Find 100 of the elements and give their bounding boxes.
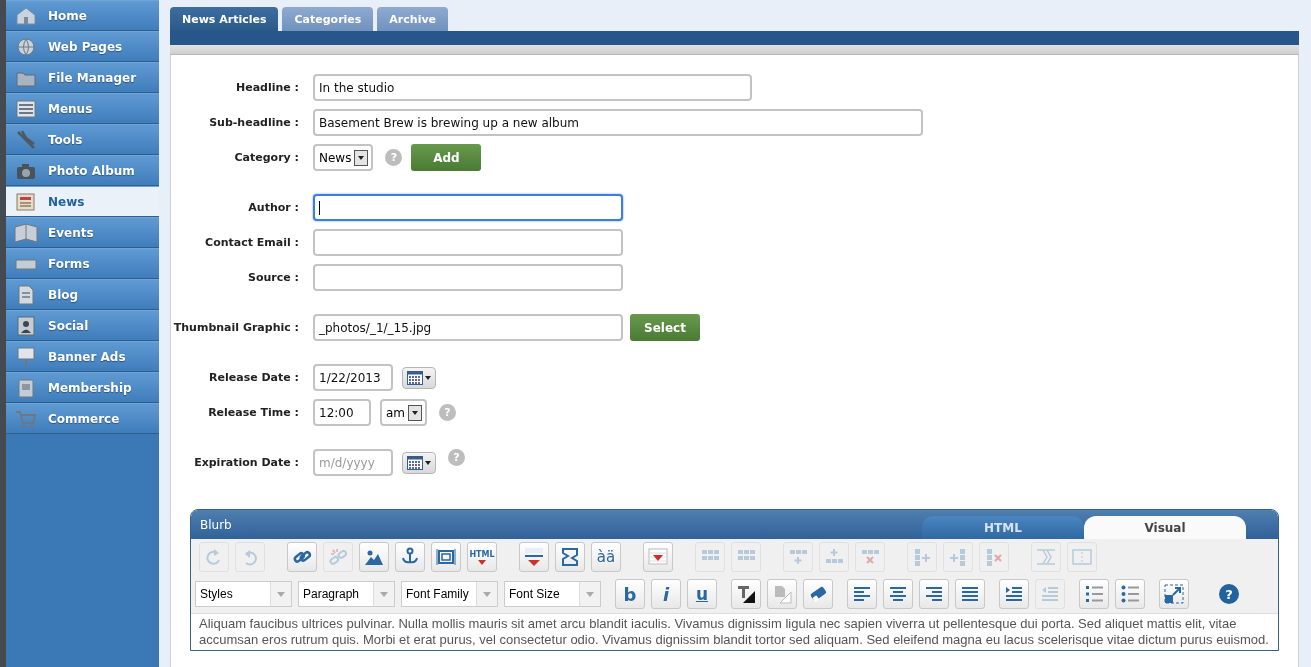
- email-field[interactable]: [313, 229, 623, 256]
- characters-button[interactable]: àä: [591, 542, 621, 572]
- caret-icon: [412, 410, 419, 415]
- editor-tab[interactable]: Visual: [1084, 516, 1246, 539]
- align-center-icon: [888, 584, 908, 604]
- column-after-icon: [948, 547, 968, 567]
- tab[interactable]: Archive: [377, 7, 449, 31]
- select-button[interactable]: Select: [630, 314, 700, 341]
- eraser-button[interactable]: [803, 579, 833, 609]
- calendar-button[interactable]: [402, 366, 436, 389]
- calendar-icon: [407, 455, 423, 470]
- background-color-icon: [772, 584, 792, 604]
- field-label: Expiration Date :: [193, 456, 299, 469]
- sidebar-item[interactable]: File Manager: [6, 62, 159, 93]
- caret-icon: [380, 591, 388, 597]
- numbered-list-button[interactable]: [1079, 579, 1109, 609]
- italic-button[interactable]: i: [651, 579, 681, 609]
- headline-field[interactable]: In the studio: [313, 74, 752, 101]
- field-label: Headline :: [234, 81, 299, 94]
- html-button[interactable]: HTML: [467, 542, 497, 572]
- horizontal-rule-icon: [524, 547, 544, 567]
- signboard-icon: [14, 344, 38, 369]
- format-dropdown[interactable]: Paragraph: [298, 581, 395, 607]
- indent-icon: [1004, 584, 1024, 604]
- align-justify-button[interactable]: [955, 579, 985, 609]
- date-field[interactable]: 1/22/2013: [313, 364, 393, 391]
- align-right-icon: [924, 584, 944, 604]
- underline-button[interactable]: u: [687, 579, 717, 609]
- author-field[interactable]: [313, 194, 623, 221]
- text-color-button[interactable]: [731, 579, 761, 609]
- anchor-button[interactable]: [395, 542, 425, 572]
- page-break-button[interactable]: [555, 542, 585, 572]
- format-dropdown[interactable]: Styles: [195, 581, 292, 607]
- sidebar-item[interactable]: Tools: [6, 124, 159, 155]
- background-color-button[interactable]: [767, 579, 797, 609]
- editor-text: Aliquam faucibus ultrices pulvinar. Nulla mollis mauris sit amet arcu blandit iaculis. Vivamus dignissim ligula nec sapien viverra ut pellentesque dui porta. Sed aliquet mattis elit, vitae accumsan eros rutrum quis. Morbi et erat purus, vel consectetur odio. Vivamus dignissim blandit tortor sed aliquam. Sed eleifend magna eu lacus scelerisque vitae dictum purus euismod.: [198, 615, 1270, 649]
- sidebar-item[interactable]: Commerce: [6, 403, 159, 434]
- editor-tab[interactable]: HTML: [922, 516, 1084, 539]
- tab[interactable]: News Articles: [170, 7, 279, 31]
- bulleted-list-button[interactable]: [1115, 579, 1145, 609]
- field-label: Category :: [233, 151, 299, 164]
- help-button[interactable]: ?: [1219, 584, 1239, 604]
- field-label: Release Date :: [208, 371, 299, 384]
- sidebar-item[interactable]: Menus: [6, 93, 159, 124]
- bold-button[interactable]: b: [615, 579, 645, 609]
- column-before-icon: [912, 547, 932, 567]
- table-button[interactable]: [643, 542, 673, 572]
- caret-icon: [425, 375, 431, 380]
- indent-button[interactable]: [999, 579, 1029, 609]
- sidebar-item[interactable]: Blog: [6, 279, 159, 310]
- time-field[interactable]: 12:00: [313, 399, 371, 426]
- tab[interactable]: Categories: [282, 7, 374, 31]
- image-button[interactable]: [359, 542, 389, 572]
- format-dropdown[interactable]: Font Size: [504, 581, 601, 607]
- merge-cells-icon: [1072, 547, 1092, 567]
- horizontal-rule-button[interactable]: [519, 542, 549, 572]
- sidebar-item[interactable]: Web Pages: [6, 31, 159, 62]
- sidebar-item[interactable]: Forms: [6, 248, 159, 279]
- film-icon: [436, 547, 456, 567]
- sidebar-item[interactable]: News: [6, 186, 159, 217]
- film-button[interactable]: [431, 542, 461, 572]
- period-dropdown[interactable]: am: [380, 399, 428, 426]
- caret-icon: [586, 591, 594, 597]
- calendar-icon: [407, 370, 423, 385]
- column-delete-icon: [984, 547, 1004, 567]
- align-right-button[interactable]: [919, 579, 949, 609]
- caret-icon: [478, 559, 486, 565]
- fullscreen-button[interactable]: [1159, 579, 1189, 609]
- caret-icon: [483, 591, 491, 597]
- field-label: Author :: [247, 201, 299, 214]
- sidebar-item[interactable]: Home: [6, 0, 159, 31]
- date-field[interactable]: m/d/yyyy: [313, 449, 393, 476]
- align-left-button[interactable]: [847, 579, 877, 609]
- page-break-icon: [560, 547, 580, 567]
- row-above-icon: [788, 547, 808, 567]
- sidebar-item[interactable]: Photo Album: [6, 155, 159, 186]
- link-button[interactable]: [287, 542, 317, 572]
- category-dropdown[interactable]: News: [313, 144, 374, 171]
- sidebar-item[interactable]: Social: [6, 310, 159, 341]
- open-book-icon: [14, 220, 38, 245]
- source-field[interactable]: [313, 264, 623, 291]
- format-dropdown[interactable]: Font Family: [401, 581, 498, 607]
- sidebar-item[interactable]: Events: [6, 217, 159, 248]
- align-left-icon: [852, 584, 872, 604]
- align-center-button[interactable]: [883, 579, 913, 609]
- split-cells-icon: [1036, 547, 1056, 567]
- numbered-list-icon: [1084, 584, 1104, 604]
- outdent-icon: [1040, 584, 1060, 604]
- add-button[interactable]: Add: [411, 144, 482, 171]
- text-color-icon: [736, 584, 756, 604]
- subheadline-field[interactable]: Basement Brew is brewing up a new album: [313, 109, 923, 136]
- thumbnail-field[interactable]: _photos/_1/_15.jpg: [313, 314, 623, 341]
- field-label: Release Time :: [207, 406, 299, 419]
- sidebar-item[interactable]: Membership: [6, 372, 159, 403]
- unlink-icon: [328, 547, 348, 567]
- field-label: Thumbnail Graphic :: [172, 321, 299, 334]
- field-label: Sub-headline :: [208, 116, 299, 129]
- calendar-button[interactable]: [402, 451, 436, 474]
- sidebar-item[interactable]: Banner Ads: [6, 341, 159, 372]
- fullscreen-icon: [1164, 584, 1184, 604]
